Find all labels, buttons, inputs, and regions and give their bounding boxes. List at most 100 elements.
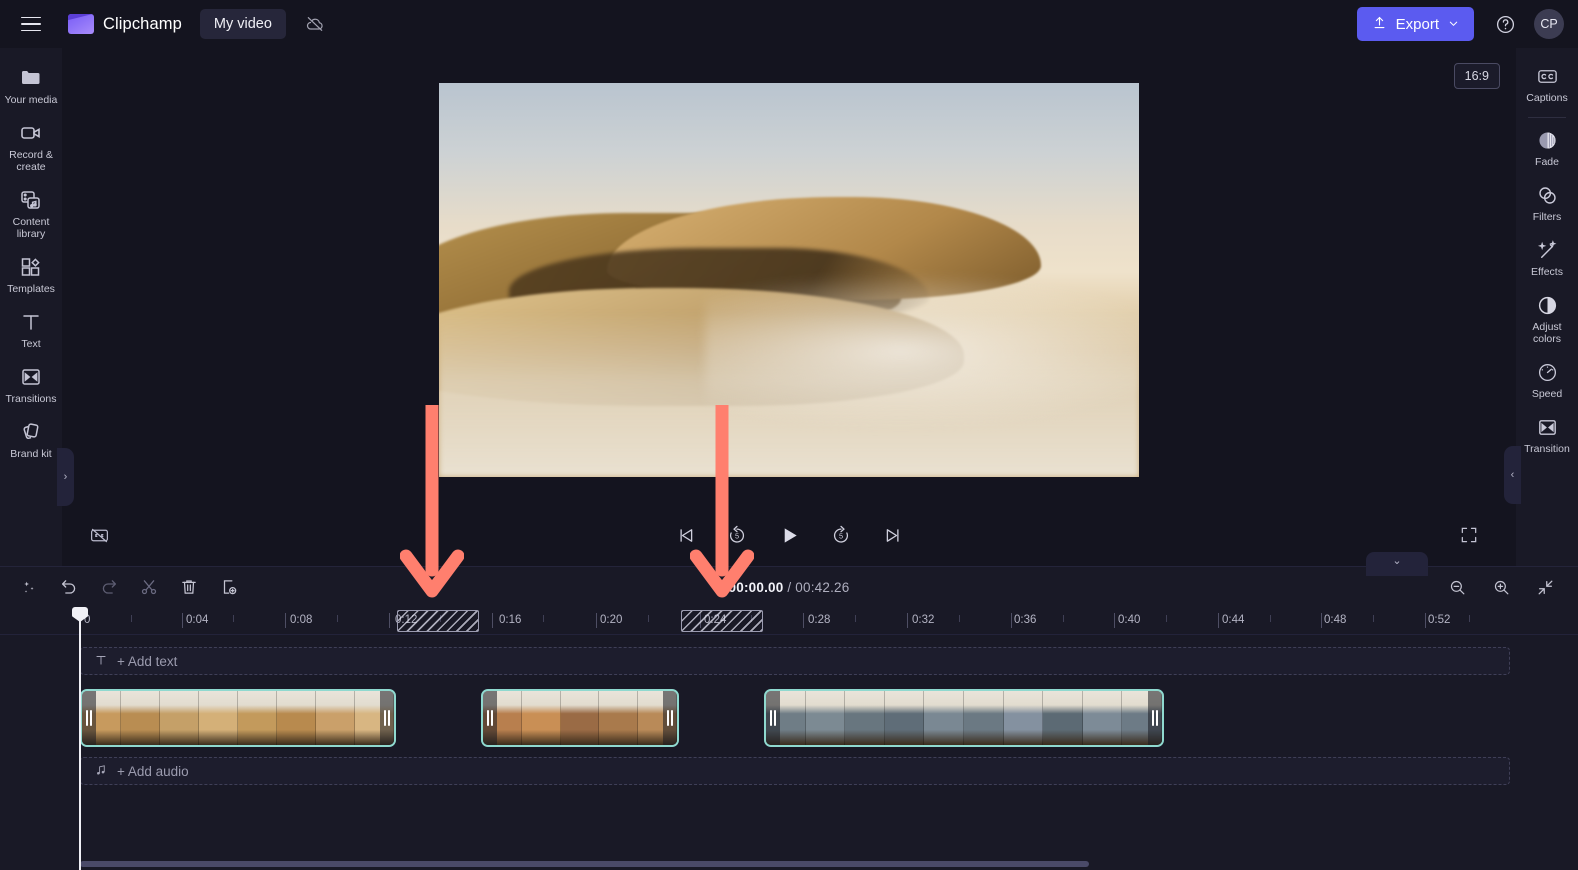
video-preview[interactable] bbox=[439, 83, 1139, 477]
undo-icon[interactable] bbox=[54, 572, 84, 602]
skip-to-end-icon[interactable] bbox=[874, 516, 912, 554]
zoom-out-icon[interactable] bbox=[1442, 572, 1472, 602]
expand-panel-chevron-right-icon[interactable]: › bbox=[57, 448, 74, 506]
forward-5-icon[interactable]: 5 bbox=[822, 516, 860, 554]
sidebar-item-label: Transitions bbox=[5, 393, 57, 405]
ruler-tick bbox=[131, 615, 132, 622]
help-circle-icon[interactable] bbox=[1488, 7, 1522, 41]
collapse-timeline-chevron-down-icon[interactable]: ⌄ bbox=[1366, 552, 1428, 576]
sidebar-item-label: Filters bbox=[1532, 211, 1562, 223]
ruler-tick bbox=[1469, 615, 1470, 622]
clip-trim-handle-left[interactable] bbox=[483, 691, 497, 745]
video-clip-1[interactable] bbox=[80, 689, 396, 747]
ruler-tick bbox=[1218, 613, 1219, 628]
timecode-display: 00:00.00 / 00:42.26 bbox=[729, 580, 850, 595]
sidebar-divider bbox=[1528, 117, 1566, 118]
scrollbar-thumb[interactable] bbox=[80, 861, 1090, 867]
chevron-down-icon bbox=[1448, 16, 1459, 33]
timeline-ruler[interactable]: 00:040:080:120:160:200:240:280:320:360:4… bbox=[0, 607, 1578, 635]
clip-thumbnail bbox=[1003, 691, 1044, 745]
sidebar-item-label: Content library bbox=[12, 216, 50, 240]
brand-kit-icon bbox=[19, 421, 43, 443]
ruler-label: 0:52 bbox=[1428, 614, 1451, 626]
clip-thumbnail bbox=[121, 691, 160, 745]
music-note-icon bbox=[94, 763, 108, 780]
sidebar-item-label: Effects bbox=[1531, 266, 1563, 278]
clip-trim-handle-left[interactable] bbox=[82, 691, 96, 745]
collapse-panel-chevron-left-icon[interactable]: ‹ bbox=[1504, 446, 1521, 504]
brand: Clipchamp bbox=[68, 14, 182, 34]
ruler-tick bbox=[1166, 615, 1167, 622]
sidebar-item-record-create[interactable]: Record & create bbox=[0, 113, 62, 180]
sidebar-item-label: Captions bbox=[1526, 92, 1568, 104]
transition-marker-2[interactable] bbox=[681, 610, 763, 632]
hamburger-icon[interactable] bbox=[12, 5, 50, 43]
sidebar-item-fade[interactable]: Fade bbox=[1516, 120, 1578, 175]
video-clip-3[interactable] bbox=[764, 689, 1164, 747]
clip-thumbnail bbox=[1043, 691, 1083, 745]
transition-marker-1[interactable] bbox=[397, 610, 479, 632]
redo-icon[interactable] bbox=[94, 572, 124, 602]
avatar[interactable]: CP bbox=[1534, 9, 1564, 39]
captions-off-icon[interactable] bbox=[80, 516, 118, 554]
add-text-label: + Add text bbox=[117, 653, 178, 669]
sidebar-item-text[interactable]: Text bbox=[0, 302, 62, 357]
fit-to-screen-icon[interactable] bbox=[1530, 572, 1560, 602]
clip-trim-handle-left[interactable] bbox=[766, 691, 780, 745]
magic-wand-icon[interactable] bbox=[14, 572, 44, 602]
sidebar-item-speed[interactable]: Speed bbox=[1516, 352, 1578, 407]
play-icon[interactable] bbox=[770, 516, 808, 554]
video-clip-2[interactable] bbox=[481, 689, 679, 747]
split-scissors-icon[interactable] bbox=[134, 572, 164, 602]
sidebar-item-label: Fade bbox=[1535, 156, 1559, 168]
clip-trim-handle-right[interactable] bbox=[1148, 691, 1162, 745]
time-separator: / bbox=[783, 579, 796, 595]
sidebar-item-your-media[interactable]: Your media bbox=[0, 58, 62, 113]
clipchamp-logo-icon bbox=[68, 14, 94, 34]
timeline-panel: 00:00.00 / 00:42.26 00:040:080:120:160:2… bbox=[0, 566, 1578, 870]
ruler-label: 0:20 bbox=[600, 614, 623, 626]
duplicate-icon[interactable] bbox=[214, 572, 244, 602]
delete-trash-icon[interactable] bbox=[174, 572, 204, 602]
export-button[interactable]: Export bbox=[1356, 7, 1474, 41]
content-library-icon bbox=[19, 189, 43, 211]
cloud-off-icon[interactable] bbox=[298, 7, 332, 41]
upload-icon bbox=[1372, 15, 1387, 34]
preview-fog-highlight bbox=[705, 272, 1139, 430]
clip-trim-handle-right[interactable] bbox=[380, 691, 394, 745]
skip-to-start-icon[interactable] bbox=[666, 516, 704, 554]
sidebar-item-adjust-colors[interactable]: Adjust colors bbox=[1516, 285, 1578, 352]
aspect-ratio-button[interactable]: 16:9 bbox=[1453, 63, 1500, 89]
rewind-5-icon[interactable]: 5 bbox=[718, 516, 756, 554]
add-audio-track[interactable]: + Add audio bbox=[80, 757, 1510, 785]
fullscreen-icon[interactable] bbox=[1450, 516, 1488, 554]
playhead[interactable] bbox=[72, 607, 88, 870]
left-sidebar: Your media Record & create Content libra… bbox=[0, 48, 74, 566]
ruler-tick bbox=[337, 615, 338, 622]
sidebar-item-effects[interactable]: Effects bbox=[1516, 230, 1578, 285]
timeline-horizontal-scrollbar[interactable] bbox=[80, 861, 1564, 867]
add-text-track[interactable]: + Add text bbox=[80, 647, 1510, 675]
sidebar-item-transitions[interactable]: Transitions bbox=[0, 357, 62, 412]
sidebar-item-templates[interactable]: Templates bbox=[0, 247, 62, 302]
ruler-tick bbox=[1011, 613, 1012, 628]
clip-trim-handle-right[interactable] bbox=[663, 691, 677, 745]
playback-controls: 5 5 bbox=[666, 516, 912, 554]
fade-icon bbox=[1536, 129, 1559, 151]
video-preview-area bbox=[62, 48, 1516, 504]
sidebar-item-filters[interactable]: Filters bbox=[1516, 175, 1578, 230]
clip-thumbnail-strip bbox=[766, 691, 1162, 745]
clipchamp-editor: Clipchamp My video Export CP Your media … bbox=[0, 0, 1578, 870]
ruler-tick bbox=[1270, 615, 1271, 622]
sidebar-item-transition[interactable]: Transition bbox=[1516, 407, 1578, 462]
zoom-in-icon[interactable] bbox=[1486, 572, 1516, 602]
project-name-chip[interactable]: My video bbox=[199, 9, 286, 39]
sidebar-item-brand-kit[interactable]: Brand kit bbox=[0, 412, 62, 467]
clip-thumbnail bbox=[199, 691, 238, 745]
clip-thumbnail bbox=[160, 691, 199, 745]
sidebar-item-content-library[interactable]: Content library bbox=[0, 180, 62, 247]
clip-thumbnail bbox=[560, 691, 600, 745]
sidebar-item-captions[interactable]: Captions bbox=[1516, 56, 1578, 111]
closed-captions-icon bbox=[1536, 65, 1559, 87]
sidebar-item-label: Transition bbox=[1524, 443, 1570, 455]
